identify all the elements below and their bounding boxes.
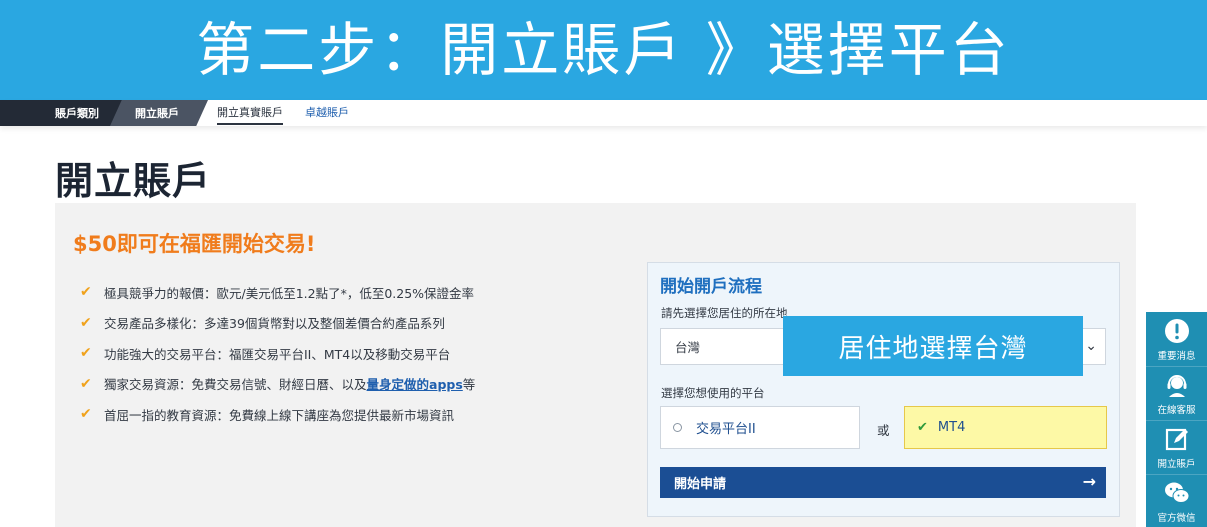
edit-icon (1163, 425, 1191, 453)
sidebar-item-label: 官方微信 (1157, 513, 1196, 524)
check-icon: ✔ (80, 284, 92, 301)
feature-text-suffix: 等 (462, 377, 476, 393)
tab-premium-account[interactable]: 卓越賬戶 (305, 104, 349, 120)
sidebar-item-label: 重要消息 (1157, 350, 1196, 362)
breadcrumb: 賬戶類別 開立賬戶 開立真實賬戶 卓越賬戶 (0, 100, 1207, 126)
residence-annotation: 居住地選擇台灣 (783, 316, 1083, 376)
sidebar-item-wechat[interactable]: 官方微信 (1146, 474, 1207, 527)
custom-apps-link[interactable]: 量身定做的apps (367, 374, 463, 393)
check-icon: ✔ (80, 375, 92, 392)
sidebar-item-label: 開立賬戶 (1157, 459, 1196, 470)
feature-list: ✔ 極具競爭力的報價：歐元/美元低至1.2點了*，低至0.25%保證金率 ✔ 交… (80, 277, 475, 430)
platform-option-trading-station[interactable]: 交易平台II (660, 406, 860, 449)
country-select-value: 台灣 (675, 340, 701, 355)
arrow-right-icon: → (1082, 472, 1096, 491)
feature-text: 交易產品多樣化：多達39個貨幣對以及整個差價合約產品系列 (104, 316, 445, 332)
feature-item: ✔ 交易產品多樣化：多達39個貨幣對以及整個差價合約產品系列 (80, 308, 475, 339)
promo-headline: $50即可在福匯開始交易! (73, 232, 316, 256)
platform-option-label: 交易平台II (696, 422, 756, 437)
platform-option-label: MT4 (937, 420, 966, 435)
page-title: 開立賬戶 (55, 159, 212, 203)
feature-item: ✔ 獨家交易資源：免費交易信號、財經日曆、以及 量身定做的apps 等 (80, 369, 475, 400)
form-title: 開始開戶流程 (660, 277, 762, 297)
sidebar-item-news[interactable]: 重要消息 (1146, 312, 1207, 366)
check-icon: ✔ (80, 345, 92, 362)
wechat-icon (1163, 479, 1191, 507)
feature-text: 極具競爭力的報價：歐元/美元低至1.2點了*，低至0.25%保證金率 (104, 285, 475, 301)
feature-item: ✔ 首屈一指的教育資源：免費線上線下講座為您提供最新市場資訊 (80, 399, 475, 430)
exclamation-icon (1163, 317, 1191, 345)
tab-real-account[interactable]: 開立真實賬戶 (217, 104, 283, 125)
platform-label: 選擇您想使用的平台 (661, 386, 765, 400)
breadcrumb-item-open-account[interactable]: 開立賬戶 (110, 100, 208, 126)
check-icon: ✔ (80, 314, 92, 331)
platform-option-mt4[interactable]: ✔ MT4 (904, 406, 1107, 449)
check-icon: ✔ (80, 406, 92, 423)
floating-sidebar: 重要消息 在線客服 開立賬戶 官方微信 (1146, 312, 1207, 527)
or-separator: 或 (877, 423, 890, 438)
step-banner: 第二步：開立賬戶 》選擇平台 (0, 0, 1207, 100)
feature-text: 功能強大的交易平台：福匯交易平台II、MT4以及移動交易平台 (104, 346, 451, 362)
feature-text: 獨家交易資源：免費交易信號、財經日曆、以及 (104, 377, 367, 393)
banner-title: 第二步：開立賬戶 》選擇平台 (196, 16, 1011, 84)
headset-icon (1163, 371, 1191, 399)
start-application-button[interactable]: 開始申請 → (660, 467, 1106, 498)
submit-label: 開始申請 (674, 477, 727, 492)
feature-item: ✔ 極具競爭力的報價：歐元/美元低至1.2點了*，低至0.25%保證金率 (80, 277, 475, 308)
breadcrumb-item-account-type[interactable]: 賬戶類別 (0, 100, 128, 126)
feature-text: 首屈一指的教育資源：免費線上線下講座為您提供最新市場資訊 (104, 407, 455, 423)
country-label: 請先選擇您居住的所在地 (661, 306, 788, 320)
sidebar-item-live-chat[interactable]: 在線客服 (1146, 366, 1207, 420)
radio-unchecked-icon (673, 423, 682, 432)
chevron-down-icon: ⌄ (1085, 338, 1097, 354)
sidebar-item-open-account[interactable]: 開立賬戶 (1146, 420, 1207, 474)
sidebar-item-label: 在線客服 (1157, 405, 1196, 416)
feature-item: ✔ 功能強大的交易平台：福匯交易平台II、MT4以及移動交易平台 (80, 338, 475, 369)
radio-checked-icon: ✔ (917, 420, 928, 435)
